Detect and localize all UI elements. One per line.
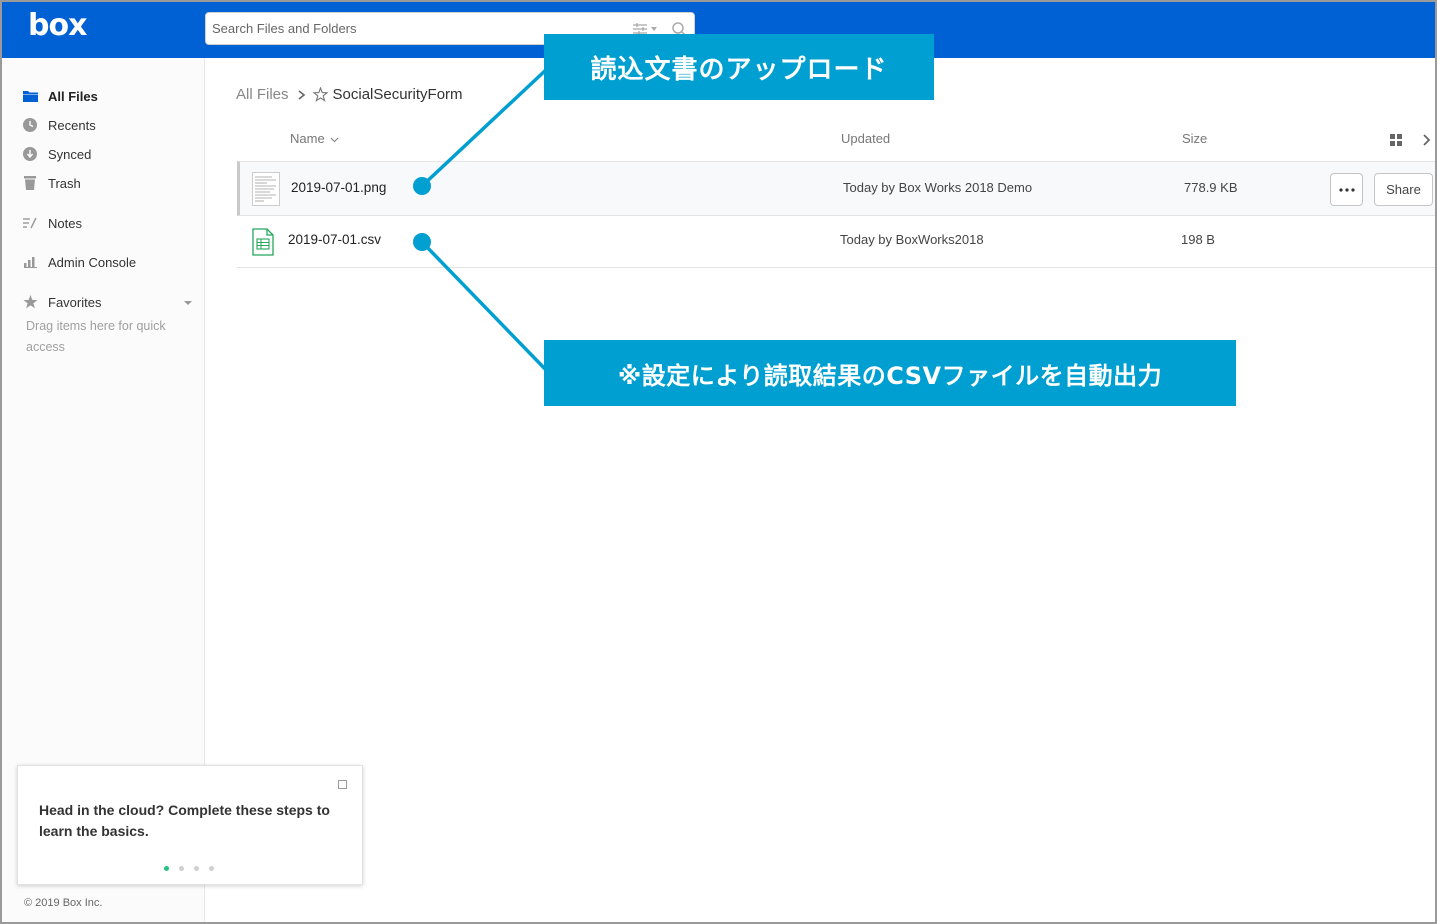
box-logo[interactable]: box xyxy=(28,8,87,43)
sidebar-item-trash[interactable]: Trash xyxy=(22,172,81,194)
file-size: 198 B xyxy=(1181,232,1215,247)
tip-text: Head in the cloud? Complete these steps … xyxy=(39,802,330,839)
ellipsis-icon xyxy=(1338,187,1355,192)
breadcrumb-current: SocialSecurityForm xyxy=(332,86,463,103)
file-name-link[interactable]: 2019-07-01.png xyxy=(291,180,386,195)
clock-icon xyxy=(22,117,38,133)
image-thumbnail-icon xyxy=(252,172,280,206)
file-size: 778.9 KB xyxy=(1184,180,1238,195)
sidebar-item-label: Favorites xyxy=(48,294,102,310)
sidebar-item-all-files[interactable]: All Files xyxy=(22,85,98,107)
chevron-right-icon[interactable] xyxy=(1422,133,1431,147)
share-button[interactable]: Share xyxy=(1374,173,1433,206)
sidebar: All Files Recents Synced Trash Notes Adm… xyxy=(2,58,363,922)
sidebar-item-label: Trash xyxy=(48,175,81,191)
star-icon xyxy=(22,294,38,310)
sidebar-item-label: Synced xyxy=(48,146,92,162)
chevron-down-icon[interactable] xyxy=(183,299,193,307)
file-name-link[interactable]: 2019-07-01.csv xyxy=(288,232,381,247)
onboarding-tip-card[interactable]: Head in the cloud? Complete these steps … xyxy=(17,765,363,885)
bar-chart-icon xyxy=(22,254,38,270)
step-dot[interactable] xyxy=(209,866,214,871)
sync-icon xyxy=(22,146,38,162)
breadcrumb: All Files SocialSecurityForm xyxy=(236,86,463,103)
callout-csv-output: ※設定により読取結果のCSVファイルを自動出力 xyxy=(544,340,1236,406)
sidebar-item-recents[interactable]: Recents xyxy=(22,114,96,136)
step-dot[interactable] xyxy=(194,866,199,871)
sidebar-item-notes[interactable]: Notes xyxy=(22,212,82,234)
star-outline-icon[interactable] xyxy=(312,87,328,102)
sidebar-item-label: Admin Console xyxy=(48,254,137,270)
sidebar-item-admin-console[interactable]: Admin Console xyxy=(22,251,136,273)
chevron-right-icon xyxy=(298,89,305,100)
breadcrumb-root[interactable]: All Files xyxy=(236,86,289,103)
step-dot[interactable] xyxy=(164,866,169,871)
sidebar-item-label: Notes xyxy=(48,215,82,231)
step-dot[interactable] xyxy=(179,866,184,871)
sidebar-item-synced[interactable]: Synced xyxy=(22,143,91,165)
folder-icon xyxy=(22,88,38,104)
file-updated: Today by BoxWorks2018 xyxy=(840,232,984,247)
spreadsheet-file-icon xyxy=(252,228,274,256)
favorites-hint: Drag items here for quick access xyxy=(26,319,166,354)
grid-view-icon[interactable] xyxy=(1390,134,1402,146)
copyright: © 2019 Box Inc. xyxy=(24,897,103,909)
callout-upload: 読込文書のアップロード xyxy=(544,34,934,100)
trash-icon xyxy=(22,175,38,191)
step-indicator xyxy=(164,866,214,871)
sort-chevron-icon xyxy=(330,137,339,143)
sidebar-item-label: All Files xyxy=(48,88,98,104)
more-options-button[interactable] xyxy=(1330,173,1363,206)
column-header-updated[interactable]: Updated xyxy=(841,131,890,146)
column-header-name[interactable]: Name xyxy=(290,131,339,146)
sidebar-item-favorites[interactable]: Favorites xyxy=(22,291,101,313)
sidebar-item-label: Recents xyxy=(48,117,96,133)
notes-icon xyxy=(22,215,38,231)
table-row[interactable]: 2019-07-01.csv Today by BoxWorks2018 198… xyxy=(237,216,1435,268)
table-row[interactable]: 2019-07-01.png Today by Box Works 2018 D… xyxy=(237,161,1435,216)
column-header-size[interactable]: Size xyxy=(1182,131,1207,146)
minimize-icon[interactable] xyxy=(338,780,347,789)
file-updated: Today by Box Works 2018 Demo xyxy=(843,180,1033,195)
